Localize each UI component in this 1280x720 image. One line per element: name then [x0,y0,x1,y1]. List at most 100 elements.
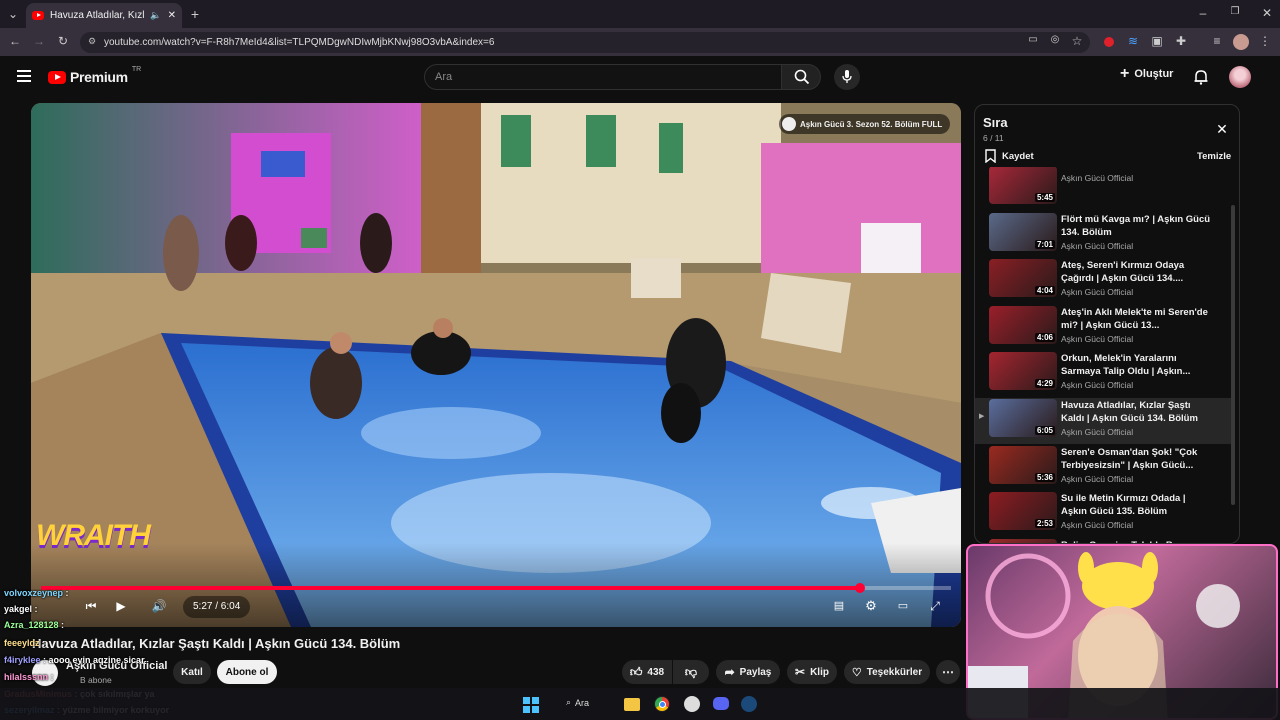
chat-message: Azra_128128 : [4,620,64,630]
bookmark-icon [985,149,996,163]
close-queue-icon[interactable]: ✕ [1215,121,1229,138]
video-overlay-chip[interactable]: Aşkın Gücü 3. Sezon 52. Bölüm FULL [779,114,951,134]
extension-box-icon[interactable]: ▣ [1150,34,1164,48]
video-player[interactable]: Aşkın Gücü 3. Sezon 52. Bölüm FULL WRAIT… [31,103,961,627]
eye-off-icon[interactable]: ◎ [1048,34,1062,45]
youtube-logo[interactable]: Premium TR [48,66,141,85]
queue-item-channel: Aşkın Gücü Official [1061,380,1134,391]
steam-icon[interactable] [741,696,757,712]
extension-wave-icon[interactable]: ≋ [1126,34,1140,48]
more-dots-icon: ⋯ [942,665,954,679]
tab-close-icon[interactable]: ✕ [168,10,176,21]
join-label: Katıl [181,666,203,678]
scissors-icon: ✂ [795,665,806,679]
chat-username: yakgel [4,604,33,614]
join-button[interactable]: Katıl [173,660,211,684]
taskbar-search[interactable]: ⌕ Ara [566,697,589,708]
chat-message: yakgel : [4,604,38,614]
browser-menu-icon[interactable]: ⋮ [1258,34,1272,48]
queue-panel: Sıra 6 / 11 ✕ Kaydet Temizle 5:45 Aşkın G… [974,104,1240,544]
cast-icon[interactable]: ▭ [1026,34,1040,45]
miniplayer-icon[interactable]: ▭ [895,599,911,612]
extension-red-icon[interactable] [1104,37,1114,47]
time-display: 5:27 / 6:04 [183,596,251,618]
browser-tab[interactable]: Havuza Atladılar, Kızlar Şaşt 🔈 ✕ [26,3,182,28]
queue-item-thumbnail: 5:36 [989,445,1057,484]
chrome-icon[interactable] [654,696,670,712]
chat-separator: : [63,588,69,598]
progress-bar[interactable] [41,583,951,593]
chip-text: Aşkın Gücü 3. Sezon 52. Bölüm FULL [800,119,943,129]
play-pause-icon[interactable]: ▶ [113,599,129,613]
restore-icon[interactable]: ❐ [1228,6,1242,17]
menu-lines-icon[interactable]: ≡ [1210,34,1224,48]
save-queue-button[interactable]: Kaydet [985,149,1034,163]
settings-gear-icon[interactable]: ⚙ [863,598,879,614]
file-explorer-icon[interactable] [624,698,640,711]
queue-scrollbar[interactable] [1231,205,1235,505]
progress-scrubber[interactable] [855,583,865,593]
chat-separator: : [39,638,46,648]
queue-item[interactable]: 7:01 Flört mü Kavga mı? | Aşkın Gücü 134.… [975,212,1233,258]
fullscreen-icon[interactable]: ⤢ [927,599,943,614]
more-actions-button[interactable]: ⋯ [936,660,960,684]
search-input[interactable]: Ara [424,64,782,90]
tab-list-icon[interactable]: ⌄ [6,7,20,21]
subscribe-button[interactable]: Abone ol [217,660,277,684]
voice-search-button[interactable] [834,64,860,90]
share-icon: ➦ [724,665,735,679]
queue-item[interactable]: 4:29 Orkun, Melek'in Yaralarını Sarmaya T… [975,351,1233,397]
clear-queue-button[interactable]: Temizle [1197,151,1231,162]
share-button[interactable]: ➦ Paylaş [716,660,780,684]
reload-icon[interactable]: ↻ [56,34,70,48]
queue-item[interactable]: 5:36 Seren'e Osman'dan Şok! "Çok Terbiyes… [975,445,1233,491]
new-tab-icon[interactable]: + [188,6,202,22]
clip-button[interactable]: ✂ Klip [787,660,837,684]
controls-gradient [31,543,961,627]
bookmark-star-icon[interactable]: ☆ [1070,34,1084,48]
hamburger-menu-icon[interactable] [17,70,31,82]
subtitles-icon[interactable]: ▤ [831,599,847,612]
search-icon [794,69,810,85]
previous-icon[interactable]: ⏮ [83,599,99,614]
tab-audio-icon[interactable]: 🔈 [150,10,161,21]
minimize-icon[interactable]: – [1196,6,1210,20]
queue-item-title: Havuza Atladılar, Kızlar Şaştı Kaldı | A… [1061,400,1198,424]
chat-username: feeeyldz [4,638,40,648]
thanks-button[interactable]: ♡ Teşekkürler [844,660,930,684]
volume-icon[interactable]: 🔊 [151,599,167,613]
chat-username: hilalsssnn [4,672,49,682]
back-icon[interactable]: ← [8,34,22,48]
queue-item[interactable]: 6:05 ▶ Havuza Atladılar, Kızlar Şaştı Kald… [975,398,1233,444]
dislike-button[interactable]: 👎︎ [673,660,709,684]
youtube-favicon-icon [32,11,44,20]
github-icon[interactable] [684,696,700,712]
profile-avatar[interactable] [1233,34,1249,50]
youtube-play-icon [48,70,66,84]
discord-icon[interactable] [713,697,729,710]
extensions-puzzle-icon[interactable]: ✚ [1174,34,1188,48]
queue-item-duration: 7:01 [1034,239,1055,249]
queue-item[interactable]: 4:06 Ateş'in Aklı Melek'te mi Seren'de mi… [975,305,1233,351]
queue-item-thumbnail: 4:04 [989,259,1057,298]
like-button[interactable]: 👍︎ 438 [622,660,672,684]
forward-icon[interactable]: → [32,34,46,48]
start-windows-icon[interactable] [523,697,539,713]
account-avatar[interactable] [1229,66,1251,88]
chat-message: feeeyldz : [4,638,45,648]
queue-item-title: Seren'e Osman'dan Şok! "Çok Terbiyesizsi… [1061,446,1198,471]
clip-label: Klip [810,666,829,678]
queue-item[interactable]: 4:04 Ateş, Seren'i Kırmızı Odaya Çağırdı … [975,258,1233,304]
queue-item[interactable]: 5:45 Aşkın Gücü Official [975,167,1233,211]
search-button[interactable] [781,64,821,90]
close-window-icon[interactable]: ✕ [1260,6,1274,20]
create-button[interactable]: + Oluştur [1120,66,1173,82]
subscribe-label: Abone ol [225,666,269,678]
address-bar[interactable]: ⚙ youtube.com/watch?v=F-R8h7MeId4&list=T… [80,32,1090,53]
queue-item[interactable]: 2:53 Su ile Metin Kırmızı Odada | Aşkın G… [975,491,1233,537]
thanks-label: Teşekkürler [866,666,923,678]
notifications-bell-icon[interactable] [1194,69,1208,85]
site-info-icon[interactable]: ⚙ [88,36,96,47]
queue-item-duration: 5:45 [1034,193,1055,202]
progress-fill [41,586,860,590]
